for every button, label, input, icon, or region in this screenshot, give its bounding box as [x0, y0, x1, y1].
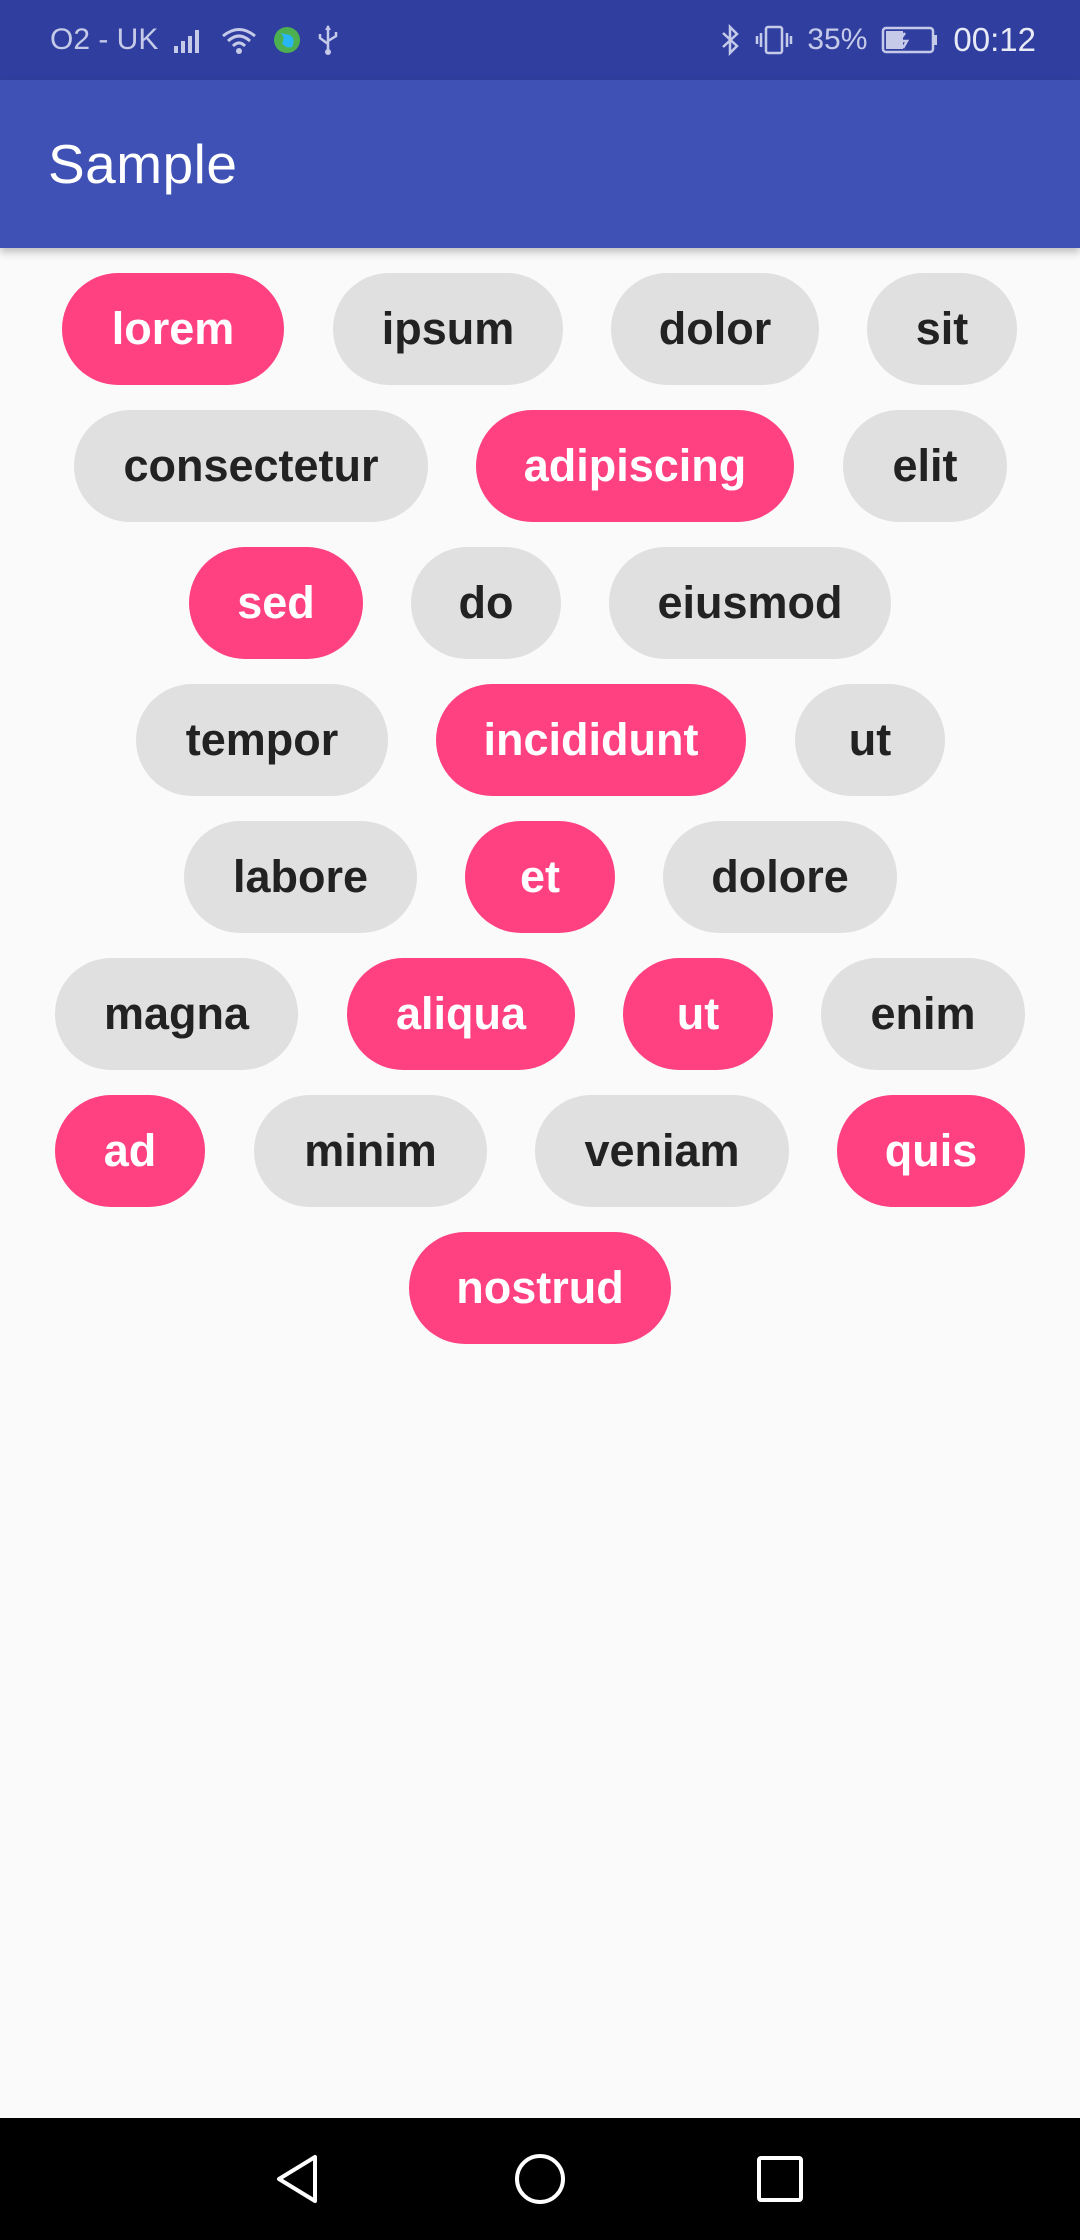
chip-ut-2[interactable]: ut [623, 958, 773, 1070]
chip-incididunt[interactable]: incididunt [436, 684, 746, 796]
battery-charging-icon [881, 25, 939, 55]
clock: 00:12 [953, 21, 1036, 58]
recents-icon [757, 2156, 803, 2202]
bluetooth-icon [719, 24, 741, 56]
vibrate-icon [755, 24, 793, 56]
chip-ipsum[interactable]: ipsum [333, 273, 563, 385]
back-icon [277, 2155, 317, 2203]
chip-labore[interactable]: labore [184, 821, 417, 933]
chip-dolor[interactable]: dolor [611, 273, 819, 385]
usb-icon [316, 24, 340, 56]
status-right: 35% 00:12 [719, 21, 1036, 59]
chip-tempor[interactable]: tempor [136, 684, 388, 796]
chip-ut[interactable]: ut [795, 684, 945, 796]
signal-icon [172, 26, 206, 54]
chip-lorem[interactable]: lorem [62, 273, 284, 385]
home-button[interactable] [460, 2118, 620, 2240]
home-icon [515, 2154, 565, 2204]
chip-nostrud[interactable]: nostrud [409, 1232, 671, 1344]
globe-icon [272, 25, 302, 55]
chip-minim[interactable]: minim [254, 1095, 487, 1207]
app-bar: Sample [0, 80, 1080, 248]
chip-eiusmod[interactable]: eiusmod [609, 547, 891, 659]
back-button[interactable] [219, 2118, 379, 2240]
chip-dolore[interactable]: dolore [663, 821, 897, 933]
chip-do[interactable]: do [411, 547, 561, 659]
battery-percent: 35% [807, 23, 868, 56]
chip-ad[interactable]: ad [55, 1095, 205, 1207]
carrier-name: O2 - UK [50, 23, 159, 56]
navigation-bar [0, 2118, 1080, 2240]
app-title: Sample [48, 133, 238, 195]
status-bar: O2 - UK 35% 00:12 [0, 0, 1080, 80]
chip-aliqua[interactable]: aliqua [347, 958, 575, 1070]
chip-elit[interactable]: elit [843, 410, 1007, 522]
chip-adipiscing[interactable]: adipiscing [476, 410, 794, 522]
chip-sit[interactable]: sit [867, 273, 1017, 385]
chip-consectetur[interactable]: consectetur [74, 410, 428, 522]
chip-group: lorem ipsum dolor sit consectetur adipis… [0, 248, 1080, 2118]
chip-magna[interactable]: magna [55, 958, 298, 1070]
recents-button[interactable] [700, 2118, 860, 2240]
chip-sed[interactable]: sed [189, 547, 363, 659]
status-left: O2 - UK [50, 23, 340, 57]
chip-quis[interactable]: quis [837, 1095, 1025, 1207]
chip-et[interactable]: et [465, 821, 615, 933]
chip-veniam[interactable]: veniam [535, 1095, 789, 1207]
chip-enim[interactable]: enim [821, 958, 1025, 1070]
wifi-icon [220, 25, 258, 55]
